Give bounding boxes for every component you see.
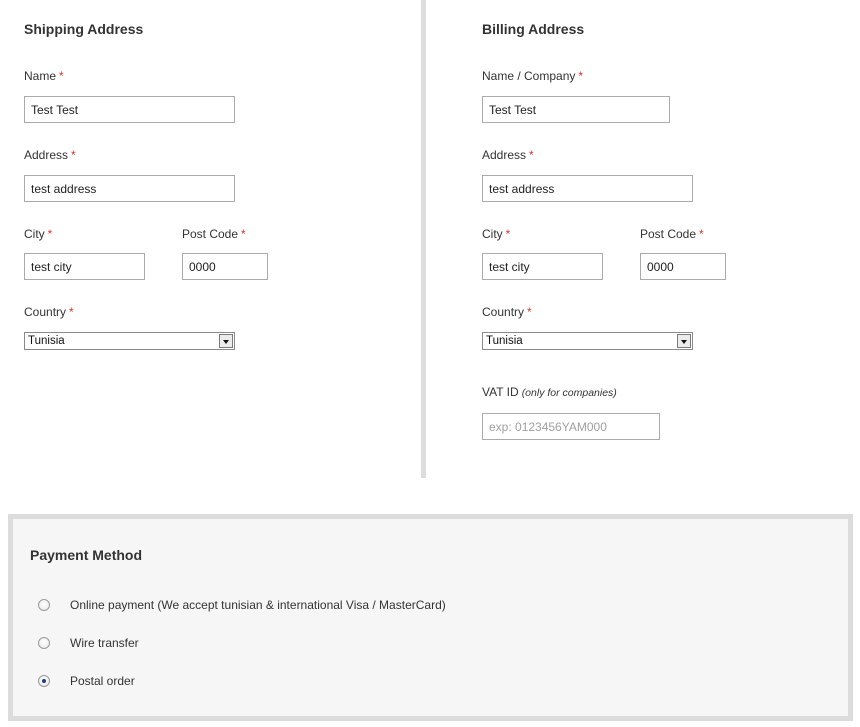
- shipping-title: Shipping Address: [24, 21, 144, 37]
- billing-name-label: Name / Company *: [482, 69, 584, 83]
- billing-city-field[interactable]: [482, 253, 603, 280]
- shipping-postcode-field[interactable]: [182, 253, 268, 280]
- payment-option-label: Wire transfer: [70, 636, 139, 650]
- shipping-country-select[interactable]: Tunisia: [24, 332, 235, 350]
- required-mark: *: [59, 69, 64, 83]
- payment-method-panel: Payment Method Online payment (We accept…: [8, 514, 853, 721]
- vat-id-field[interactable]: [482, 413, 660, 440]
- billing-name-field[interactable]: [482, 96, 670, 123]
- payment-option-label: Postal order: [70, 674, 135, 688]
- required-mark: *: [527, 305, 532, 319]
- billing-address-field[interactable]: [482, 175, 693, 202]
- shipping-city-field[interactable]: [24, 253, 145, 280]
- shipping-country-label: Country *: [24, 305, 74, 319]
- billing-address-label: Address *: [482, 148, 534, 162]
- vat-id-label: VAT ID (only for companies): [482, 385, 617, 399]
- required-mark: *: [241, 227, 246, 241]
- shipping-city-label: City *: [24, 227, 53, 241]
- required-mark: *: [47, 227, 53, 241]
- vat-id-hint: (only for companies): [521, 387, 617, 399]
- shipping-address-field[interactable]: [24, 175, 235, 202]
- shipping-address-label: Address *: [24, 148, 76, 162]
- required-mark: *: [578, 69, 584, 83]
- chevron-down-icon[interactable]: [219, 334, 233, 348]
- billing-country-label: Country *: [482, 305, 532, 319]
- required-mark: *: [699, 227, 704, 241]
- payment-option-label: Online payment (We accept tunisian & int…: [70, 598, 446, 612]
- required-mark: *: [69, 305, 74, 319]
- payment-title: Payment Method: [30, 547, 143, 563]
- billing-city-label: City *: [482, 227, 511, 241]
- required-mark: *: [505, 227, 511, 241]
- billing-title: Billing Address: [482, 21, 585, 37]
- chevron-down-icon[interactable]: [677, 334, 691, 348]
- required-mark: *: [71, 148, 76, 162]
- billing-postcode-label: Post Code *: [640, 227, 704, 241]
- billing-country-select[interactable]: Tunisia: [482, 332, 693, 350]
- shipping-postcode-label: Post Code *: [182, 227, 246, 241]
- radio-button-online[interactable]: [38, 599, 50, 611]
- shipping-name-label: Name *: [24, 69, 64, 83]
- required-mark: *: [529, 148, 534, 162]
- radio-button-postal-order[interactable]: [38, 675, 50, 687]
- column-divider: [421, 0, 426, 478]
- shipping-name-field[interactable]: [24, 96, 235, 123]
- radio-button-wire-transfer[interactable]: [38, 637, 50, 649]
- billing-postcode-field[interactable]: [640, 253, 726, 280]
